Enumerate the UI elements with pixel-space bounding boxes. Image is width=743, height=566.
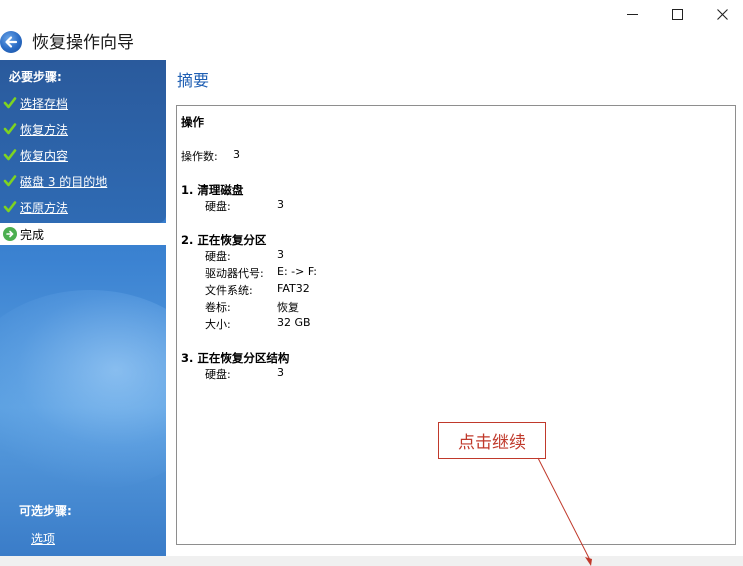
- annotation-callout: 点击继续: [438, 422, 546, 459]
- maximize-button[interactable]: [654, 0, 700, 28]
- sidebar-step-1[interactable]: 选择存档: [3, 92, 68, 114]
- optional-steps-heading: 可选步骤:: [19, 504, 72, 518]
- operation-row-key: 文件系统:: [205, 284, 253, 297]
- operation-title: 3. 正在恢复分区结构: [181, 351, 290, 365]
- step-current[interactable]: 完成: [0, 223, 166, 245]
- close-button[interactable]: [699, 0, 743, 28]
- sidebar-step-label: 磁盘 3 的目的地: [20, 174, 108, 189]
- op-count-label: 操作数:: [181, 150, 218, 163]
- minimize-icon: [626, 14, 638, 15]
- optional-step-options[interactable]: 选项: [31, 530, 55, 547]
- sidebar-step-label: 恢复内容: [20, 148, 69, 163]
- sidebar-step-5[interactable]: 还原方法: [3, 196, 68, 218]
- operation-row-value: 3: [277, 198, 284, 211]
- summary-panel: 操作 操作数: 3 1. 清理磁盘 硬盘: 3 2. 正在恢复分区 硬盘: 3 驱动器代号:…: [176, 105, 736, 545]
- sidebar-step-label: 恢复方法: [20, 122, 69, 137]
- operation-row-value: 3: [277, 366, 284, 379]
- maximize-icon: [671, 8, 683, 20]
- operation-row-value: 3: [277, 248, 284, 261]
- operation-row-key: 驱动器代号:: [205, 267, 264, 280]
- sidebar-step-4[interactable]: 磁盘 3 的目的地: [3, 170, 107, 192]
- close-icon: [716, 8, 728, 20]
- operation-row-key: 硬盘:: [205, 250, 231, 263]
- required-steps-panel: 必要步骤: 选择存档恢复方法恢复内容 磁盘 3 的目的地 还原方法: [0, 60, 166, 223]
- minimize-button[interactable]: [609, 0, 655, 28]
- operation-row-key: 卷标:: [205, 301, 231, 314]
- window-title: 恢复操作向导: [32, 33, 134, 53]
- operation-row-value: 恢复: [277, 301, 299, 314]
- sidebar-step-2[interactable]: 恢复方法: [3, 118, 68, 140]
- checkmark-icon: [3, 123, 17, 135]
- page-heading: 摘要: [177, 71, 210, 90]
- checkmark-icon: [3, 201, 17, 213]
- operation-row-value: FAT32: [277, 282, 310, 295]
- current-step-arrow-icon: [3, 227, 17, 241]
- operation-title: 1. 清理磁盘: [181, 183, 244, 197]
- sidebar-step-label: 还原方法: [20, 200, 69, 215]
- operation-row-value: E: -> F:: [277, 265, 318, 278]
- operation-row-key: 硬盘:: [205, 368, 231, 381]
- operation-row-key: 大小:: [205, 318, 231, 331]
- summary-section-title: 操作: [181, 115, 204, 129]
- back-button[interactable]: [0, 31, 22, 53]
- sidebar-step-3[interactable]: 恢复内容: [3, 144, 68, 166]
- operation-row-value: 32 GB: [277, 316, 311, 329]
- step-current-label: 完成: [20, 227, 45, 242]
- operation-title: 2. 正在恢复分区: [181, 233, 267, 247]
- sidebar-step-label: 选择存档: [20, 96, 69, 111]
- bottom-button-bar: [0, 556, 743, 566]
- checkmark-icon: [3, 149, 17, 161]
- wizard-sidebar: 必要步骤: 选择存档恢复方法恢复内容 磁盘 3 的目的地 还原方法 完成 可选步骤…: [0, 60, 166, 556]
- checkmark-icon: [3, 175, 17, 187]
- operation-row-key: 硬盘:: [205, 200, 231, 213]
- required-steps-heading: 必要步骤:: [9, 70, 62, 84]
- sidebar-decoration: [0, 290, 166, 490]
- checkmark-icon: [3, 97, 17, 109]
- op-count-value: 3: [233, 148, 240, 161]
- back-arrow-icon: [5, 36, 18, 48]
